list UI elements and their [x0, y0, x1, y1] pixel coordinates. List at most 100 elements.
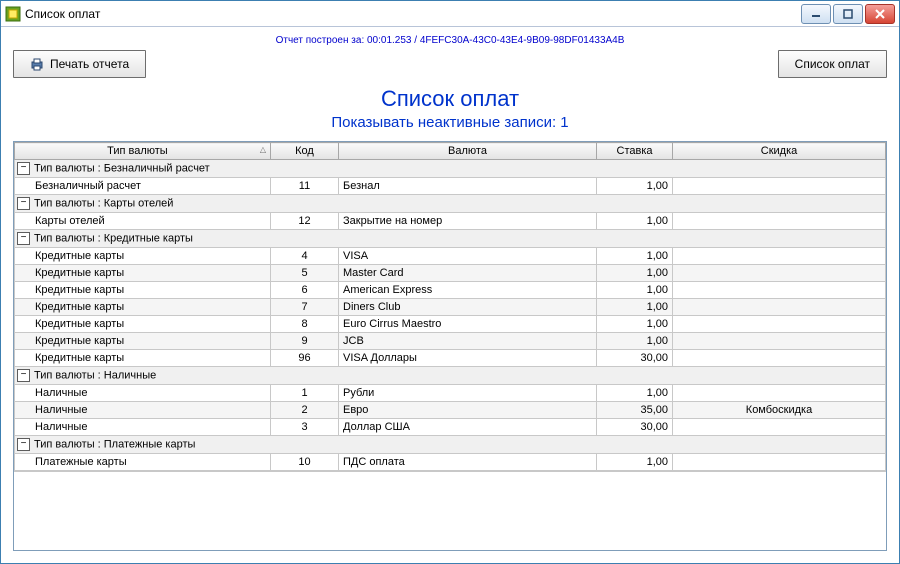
collapse-icon[interactable]: − — [17, 162, 30, 175]
cell-code: 2 — [271, 402, 339, 419]
cell-rate: 1,00 — [597, 333, 673, 350]
cell-currency-type: Кредитные карты — [15, 316, 271, 333]
table-row[interactable]: Наличные3Доллар США30,00 — [15, 419, 886, 436]
table-row[interactable]: Кредитные карты4VISA1,00 — [15, 248, 886, 265]
cell-discount: Комбоскидка — [673, 402, 886, 419]
cell-rate: 30,00 — [597, 350, 673, 367]
cell-discount — [673, 178, 886, 195]
cell-code: 10 — [271, 454, 339, 471]
list-button-label: Список оплат — [795, 57, 870, 71]
cell-currency: Евро — [339, 402, 597, 419]
col-header-code[interactable]: Код — [271, 143, 339, 160]
group-header-label: Тип валюты : Безналичный расчет — [34, 162, 210, 174]
cell-code: 96 — [271, 350, 339, 367]
report-info-prefix: Отчет построен за: — [276, 35, 365, 46]
report-info-time: 00:01.253 — [367, 35, 412, 46]
cell-rate: 30,00 — [597, 419, 673, 436]
cell-code: 6 — [271, 282, 339, 299]
table-row[interactable]: Карты отелей12Закрытие на номер1,00 — [15, 213, 886, 230]
page-title: Список оплат — [13, 86, 887, 112]
toolbar: Печать отчета Список оплат — [13, 50, 887, 78]
table-row[interactable]: Кредитные карты5Master Card1,00 — [15, 265, 886, 282]
cell-rate: 1,00 — [597, 454, 673, 471]
cell-rate: 1,00 — [597, 385, 673, 402]
table-row[interactable]: Безналичный расчет11Безнал1,00 — [15, 178, 886, 195]
cell-currency: Безнал — [339, 178, 597, 195]
data-grid[interactable]: Тип валюты△ Код Валюта Ставка Скидка −Ти… — [13, 141, 887, 551]
collapse-icon[interactable]: − — [17, 369, 30, 382]
group-row[interactable]: −Тип валюты : Безналичный расчет — [15, 160, 886, 178]
group-row[interactable]: −Тип валюты : Платежные карты — [15, 436, 886, 454]
group-header-label: Тип валюты : Платежные карты — [34, 438, 195, 450]
cell-currency-type: Кредитные карты — [15, 350, 271, 367]
table-row[interactable]: Наличные1Рубли1,00 — [15, 385, 886, 402]
cell-code: 11 — [271, 178, 339, 195]
col-header-discount[interactable]: Скидка — [673, 143, 886, 160]
table-row[interactable]: Кредитные карты6American Express1,00 — [15, 282, 886, 299]
cell-currency-type: Безналичный расчет — [15, 178, 271, 195]
cell-discount — [673, 333, 886, 350]
cell-code: 5 — [271, 265, 339, 282]
cell-discount — [673, 282, 886, 299]
table-row[interactable]: Кредитные карты9JCB1,00 — [15, 333, 886, 350]
minimize-button[interactable] — [801, 4, 831, 24]
table-row[interactable]: Кредитные карты96VISA Доллары30,00 — [15, 350, 886, 367]
group-header-label: Тип валюты : Наличные — [34, 369, 156, 381]
cell-rate: 1,00 — [597, 316, 673, 333]
cell-rate: 1,00 — [597, 248, 673, 265]
cell-currency: Рубли — [339, 385, 597, 402]
table-row[interactable]: Кредитные карты8Euro Cirrus Maestro1,00 — [15, 316, 886, 333]
content-area: Отчет построен за: 00:01.253 / 4FEFC30A-… — [1, 27, 899, 563]
cell-discount — [673, 419, 886, 436]
cell-code: 7 — [271, 299, 339, 316]
print-button-label: Печать отчета — [50, 57, 129, 71]
window-controls — [801, 4, 895, 24]
cell-code: 3 — [271, 419, 339, 436]
col-header-currency-type[interactable]: Тип валюты△ — [15, 143, 271, 160]
cell-currency: Diners Club — [339, 299, 597, 316]
cell-discount — [673, 299, 886, 316]
cell-discount — [673, 213, 886, 230]
maximize-button[interactable] — [833, 4, 863, 24]
table-row[interactable]: Кредитные карты7Diners Club1,00 — [15, 299, 886, 316]
cell-currency-type: Кредитные карты — [15, 282, 271, 299]
cell-currency-type: Наличные — [15, 385, 271, 402]
grid-footer — [14, 471, 886, 492]
collapse-icon[interactable]: − — [17, 232, 30, 245]
group-row[interactable]: −Тип валюты : Кредитные карты — [15, 230, 886, 248]
group-header-label: Тип валюты : Кредитные карты — [34, 232, 193, 244]
cell-discount — [673, 248, 886, 265]
cell-currency-type: Карты отелей — [15, 213, 271, 230]
cell-currency: Доллар США — [339, 419, 597, 436]
cell-code: 4 — [271, 248, 339, 265]
list-button[interactable]: Список оплат — [778, 50, 887, 78]
cell-currency-type: Наличные — [15, 419, 271, 436]
cell-rate: 1,00 — [597, 299, 673, 316]
col-header-currency[interactable]: Валюта — [339, 143, 597, 160]
group-row[interactable]: −Тип валюты : Наличные — [15, 367, 886, 385]
cell-currency-type: Кредитные карты — [15, 265, 271, 282]
titlebar[interactable]: Список оплат — [1, 1, 899, 27]
table-row[interactable]: Наличные2Евро35,00Комбоскидка — [15, 402, 886, 419]
cell-currency: VISA — [339, 248, 597, 265]
cell-currency: VISA Доллары — [339, 350, 597, 367]
collapse-icon[interactable]: − — [17, 197, 30, 210]
grid-table: Тип валюты△ Код Валюта Ставка Скидка −Ти… — [14, 142, 886, 471]
cell-currency-type: Наличные — [15, 402, 271, 419]
cell-currency: Master Card — [339, 265, 597, 282]
app-window: Список оплат Отчет построен за: 00:01.25… — [0, 0, 900, 564]
report-info-sep: / — [414, 35, 417, 46]
collapse-icon[interactable]: − — [17, 438, 30, 451]
print-report-button[interactable]: Печать отчета — [13, 50, 146, 78]
cell-code: 1 — [271, 385, 339, 402]
table-row[interactable]: Платежные карты10ПДС оплата1,00 — [15, 454, 886, 471]
cell-discount — [673, 316, 886, 333]
cell-code: 9 — [271, 333, 339, 350]
cell-currency-type: Кредитные карты — [15, 248, 271, 265]
cell-currency: JCB — [339, 333, 597, 350]
cell-rate: 1,00 — [597, 178, 673, 195]
col-header-rate[interactable]: Ставка — [597, 143, 673, 160]
close-button[interactable] — [865, 4, 895, 24]
group-row[interactable]: −Тип валюты : Карты отелей — [15, 195, 886, 213]
cell-rate: 1,00 — [597, 265, 673, 282]
